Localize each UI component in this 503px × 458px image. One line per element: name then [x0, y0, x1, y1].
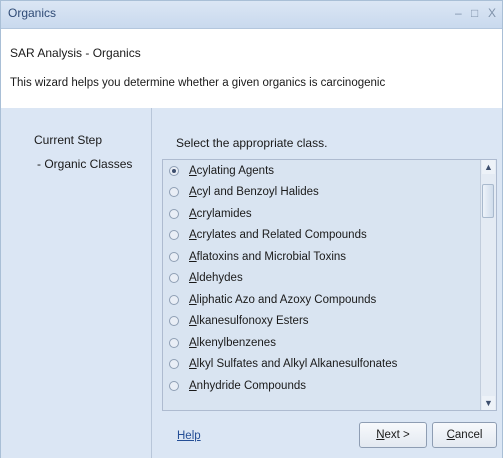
class-option-accesskey: A [189, 186, 197, 199]
radio-button[interactable] [169, 187, 179, 198]
class-option[interactable]: Alkyl Sulfates and Alkyl Alkanesulfonate… [163, 354, 481, 376]
class-option[interactable]: Aldehydes [163, 268, 481, 290]
class-options: Acylating Agents Acyl and Benzoyl Halides… [163, 160, 481, 410]
radio-button[interactable] [169, 380, 179, 391]
class-option-label: Aliphatic Azo and Azoxy Compounds [189, 294, 376, 306]
class-option[interactable]: Aflatoxins and Microbial Toxins [163, 246, 481, 268]
cancel-button-label: ancel [454, 429, 483, 441]
class-option-accesskey: A [189, 358, 197, 371]
class-option[interactable]: Alkanesulfonoxy Esters [163, 311, 481, 333]
class-option-label: Anhydride Compounds [189, 380, 306, 392]
class-option-text: nhydride Compounds [196, 379, 306, 392]
class-option-text: lkenylbenzenes [196, 336, 276, 349]
radio-button[interactable] [169, 273, 179, 284]
next-button[interactable]: Next > [359, 422, 427, 448]
scroll-down-icon[interactable]: ▼ [482, 396, 495, 410]
radio-button[interactable] [169, 294, 179, 305]
radio-button[interactable] [169, 165, 179, 176]
class-option-label: Acyl and Benzoyl Halides [189, 186, 319, 198]
class-option-accesskey: A [189, 250, 197, 263]
class-option-label: Alkenylbenzenes [189, 337, 276, 349]
class-option[interactable]: Acylating Agents [163, 160, 481, 182]
class-option[interactable]: Aliphatic Azo and Azoxy Compounds [163, 289, 481, 311]
class-option-text: cylating Agents [196, 164, 275, 177]
class-option[interactable]: Acrylates and Related Compounds [163, 225, 481, 247]
class-option-label: Acylating Agents [189, 165, 274, 177]
radio-button[interactable] [169, 359, 179, 370]
header-title: SAR Analysis - Organics [10, 46, 141, 60]
radio-button[interactable] [169, 230, 179, 241]
next-button-accesskey: N [376, 429, 385, 441]
class-option-accesskey: A [189, 164, 197, 177]
class-option[interactable]: Anhydride Compounds [163, 375, 481, 397]
class-option-text: flatoxins and Microbial Toxins [196, 250, 347, 263]
wizard-window: Organics – □ X SAR Analysis - Organics T… [0, 0, 503, 458]
class-option-label: Aflatoxins and Microbial Toxins [189, 251, 346, 263]
window-title: Organics [8, 6, 57, 20]
content-panel: Select the appropriate class. Acylating … [152, 108, 502, 458]
class-option-text: crylates and Related Compounds [196, 229, 367, 242]
current-step-item: - Organic Classes [37, 157, 133, 171]
class-option-text: lkyl Sulfates and Alkyl Alkanesulfonates [196, 358, 398, 371]
class-option-label: Acrylamides [189, 208, 252, 220]
class-option-text: lkanesulfonoxy Esters [196, 315, 309, 328]
class-option-text: liphatic Azo and Azoxy Compounds [196, 293, 377, 306]
help-link[interactable]: Help [177, 430, 201, 442]
listbox-scrollbar[interactable]: ▲ ▼ [480, 160, 496, 410]
class-option-label: Alkanesulfonoxy Esters [189, 315, 309, 327]
class-option-accesskey: A [189, 229, 197, 242]
steps-panel: Current Step - Organic Classes [1, 108, 152, 458]
header-description: This wizard helps you determine whether … [10, 77, 386, 89]
scroll-thumb[interactable] [482, 184, 494, 218]
class-option[interactable]: Acyl and Benzoyl Halides [163, 182, 481, 204]
instruction-text: Select the appropriate class. [176, 136, 328, 150]
class-listbox[interactable]: Acylating Agents Acyl and Benzoyl Halides… [162, 159, 497, 411]
close-icon[interactable]: X [488, 6, 496, 20]
class-option[interactable]: Alkenylbenzenes [163, 332, 481, 354]
class-option-text: crylamides [196, 207, 252, 220]
maximize-icon[interactable]: □ [471, 6, 478, 20]
class-option-accesskey: A [189, 379, 197, 392]
class-option[interactable]: Acrylamides [163, 203, 481, 225]
class-option-accesskey: A [189, 315, 197, 328]
radio-button[interactable] [169, 337, 179, 348]
class-option-label: Acrylates and Related Compounds [189, 229, 367, 241]
class-option-accesskey: A [189, 336, 197, 349]
radio-button[interactable] [169, 316, 179, 327]
class-option-label: Aldehydes [189, 272, 243, 284]
cancel-button[interactable]: Cancel [432, 422, 497, 448]
current-step-heading: Current Step [34, 133, 103, 147]
cancel-button-accesskey: C [446, 429, 455, 441]
radio-button[interactable] [169, 208, 179, 219]
class-option-accesskey: A [189, 207, 197, 220]
class-option-accesskey: A [189, 272, 197, 285]
scroll-up-icon[interactable]: ▲ [482, 160, 495, 174]
next-button-label: ext > [384, 429, 410, 441]
title-bar: Organics – □ X [1, 1, 502, 29]
minimize-icon[interactable]: – [455, 6, 462, 20]
class-option-label: Alkyl Sulfates and Alkyl Alkanesulfonate… [189, 358, 397, 370]
class-option-text: cyl and Benzoyl Halides [196, 186, 319, 199]
class-option-text: ldehydes [196, 272, 243, 285]
radio-button[interactable] [169, 251, 179, 262]
class-option-accesskey: A [189, 293, 197, 306]
wizard-header: SAR Analysis - Organics This wizard help… [1, 29, 502, 99]
